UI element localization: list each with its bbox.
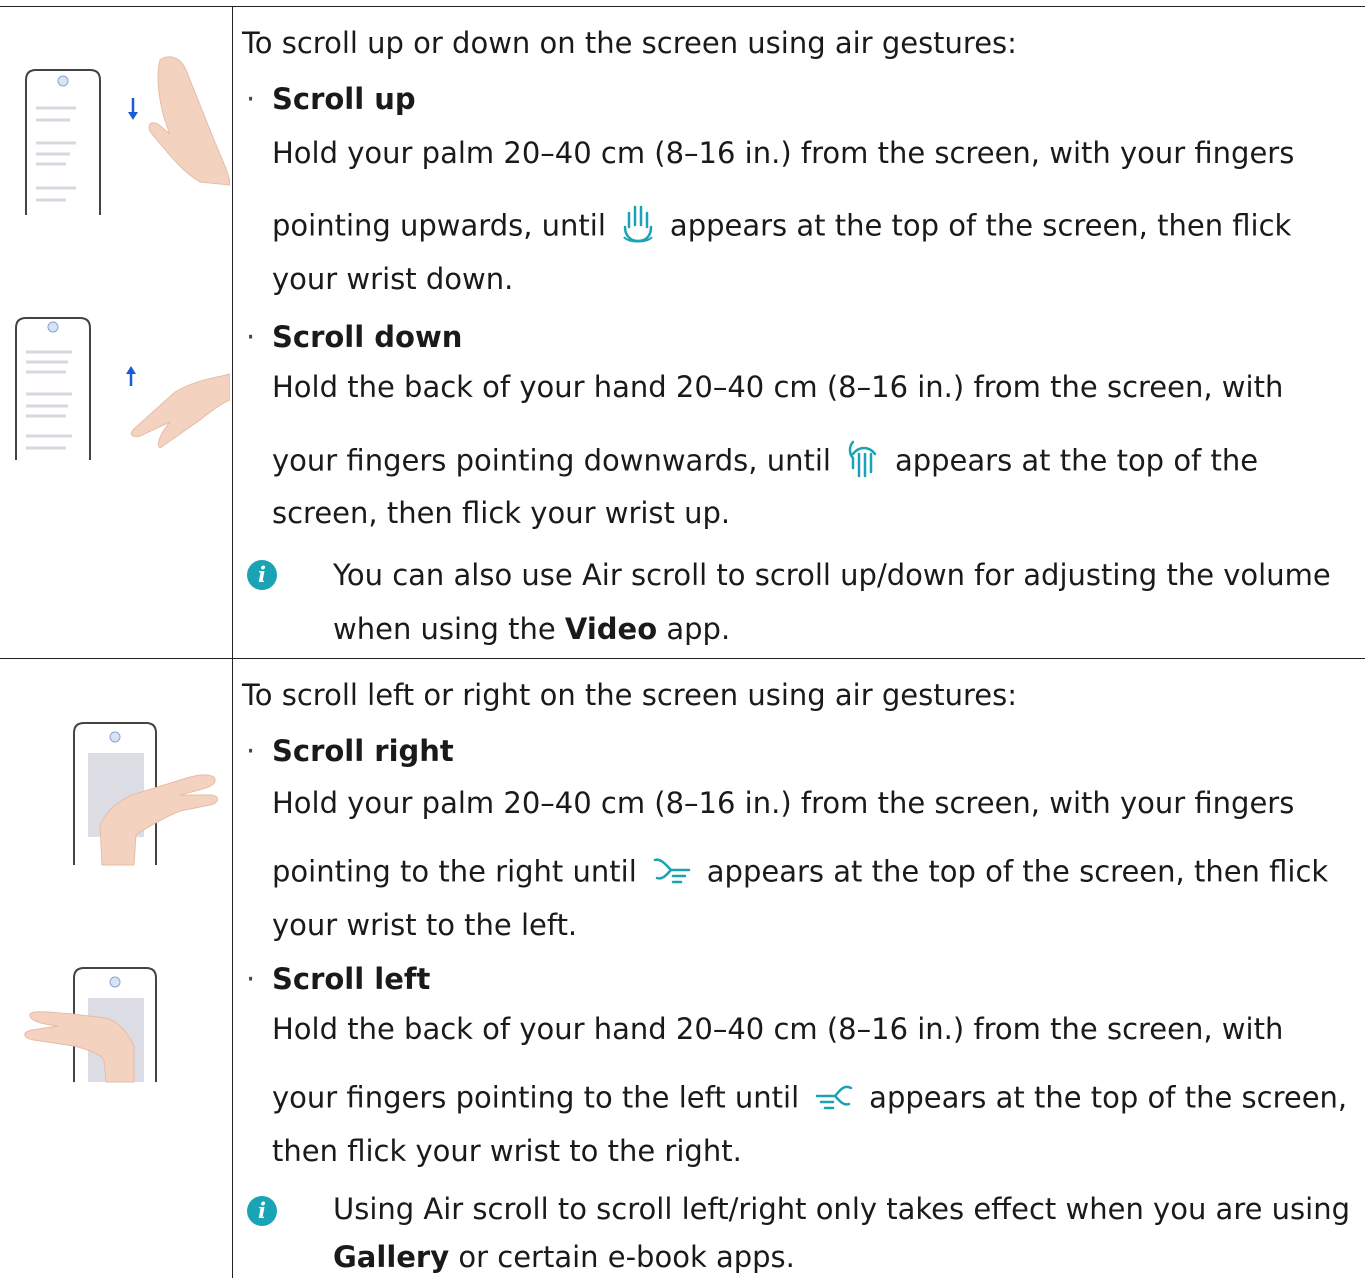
scroll-up-desc-2: pointing upwards, until appears at the to… [272, 203, 1291, 252]
section1-intro: To scroll up or down on the screen using… [242, 26, 1017, 60]
scroll-right-desc-3: your wrist to the left. [272, 908, 578, 942]
bullet-dot: · [246, 82, 256, 116]
scroll-right-desc-2: pointing to the right until appears at th… [272, 852, 1328, 895]
hand-back-down-icon [845, 438, 881, 487]
scroll-left-illustration [24, 967, 157, 1083]
scroll-right-desc-1: Hold your palm 20–40 cm (8–16 in.) from … [272, 786, 1295, 820]
scroll-left-desc-3: then flick your wrist to the right. [272, 1134, 742, 1168]
scroll-down-desc-2: your fingers pointing downwards, until ap… [272, 438, 1258, 487]
note2-line2: Gallery or certain e-book apps. [333, 1240, 795, 1274]
scroll-left-desc-2: your fingers pointing to the left until a… [272, 1078, 1347, 1121]
scroll-left-title: Scroll left [272, 962, 431, 996]
section2-intro: To scroll left or right on the screen us… [242, 678, 1017, 712]
info-icon: i [247, 1196, 277, 1226]
scroll-right-illustration [73, 722, 218, 866]
scroll-down-title: Scroll down [272, 320, 463, 354]
note2-line1: Using Air scroll to scroll left/right on… [333, 1192, 1351, 1226]
hand-palm-up-icon [620, 203, 656, 252]
scroll-up-title: Scroll up [272, 82, 416, 116]
scroll-down-desc-3: screen, then flick your wrist up. [272, 496, 731, 530]
table-column-divider [232, 6, 233, 1278]
bullet-dot: · [246, 320, 256, 354]
hand-point-left-icon [813, 1078, 855, 1121]
table-row-divider [0, 658, 1365, 659]
scroll-up-desc-1: Hold your palm 20–40 cm (8–16 in.) from … [272, 136, 1295, 170]
scroll-up-desc-3: your wrist down. [272, 262, 514, 296]
scroll-right-title: Scroll right [272, 734, 454, 768]
scroll-left-desc-1: Hold the back of your hand 20–40 cm (8–1… [272, 1012, 1284, 1046]
info-icon: i [247, 560, 277, 590]
table-top-rule [0, 6, 1365, 7]
note1-line2: when using the Video app. [333, 612, 731, 646]
bullet-dot: · [246, 734, 256, 768]
scroll-up-illustration [25, 56, 230, 215]
scroll-down-desc-1: Hold the back of your hand 20–40 cm (8–1… [272, 370, 1284, 404]
note1-line1: You can also use Air scroll to scroll up… [333, 558, 1331, 592]
scroll-down-illustration [15, 317, 230, 460]
hand-point-right-icon [651, 852, 693, 895]
bullet-dot: · [246, 962, 256, 996]
